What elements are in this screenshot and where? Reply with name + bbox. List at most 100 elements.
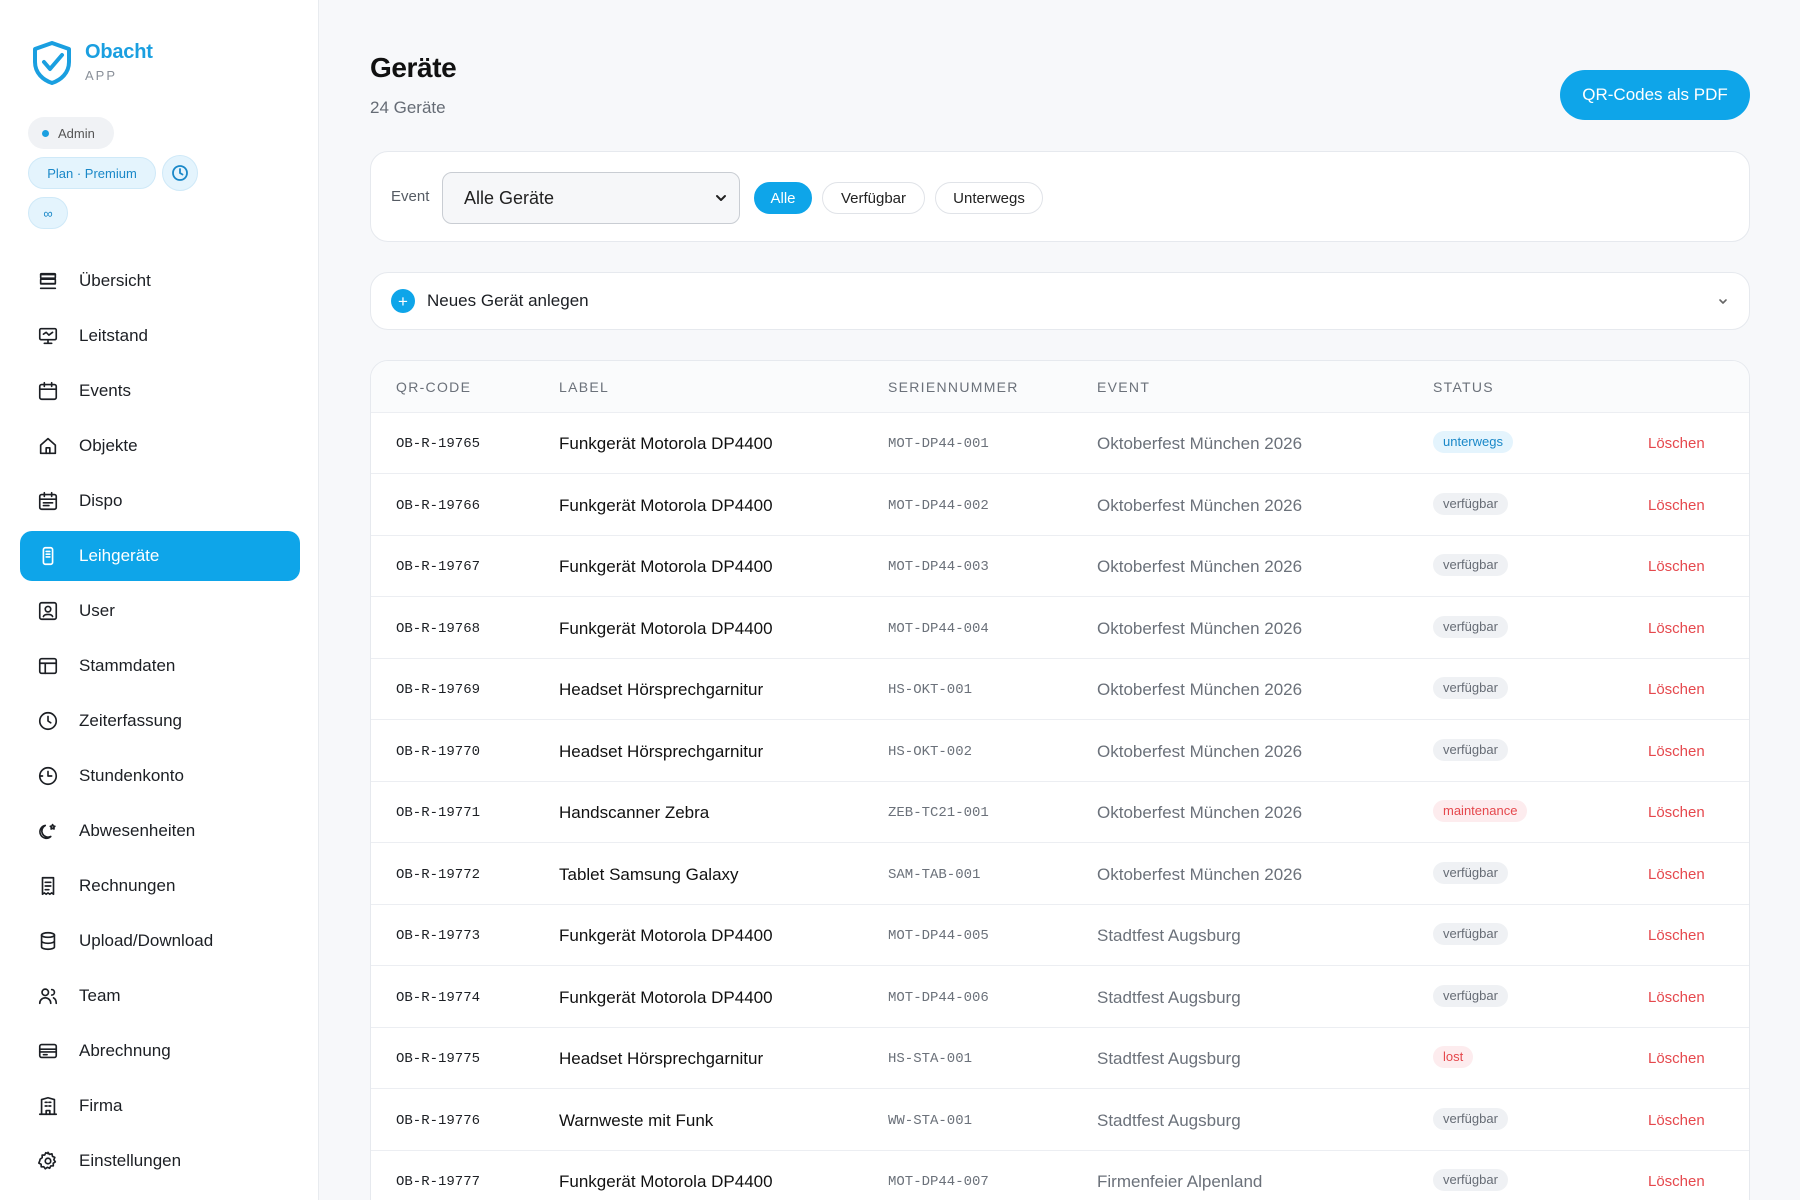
clock-icon xyxy=(36,709,60,733)
label-cell: Funkgerät Motorola DP4400 xyxy=(559,926,773,945)
sidebar-item-abrechnung[interactable]: Abrechnung xyxy=(20,1026,300,1076)
delete-link[interactable]: Löschen xyxy=(1648,435,1705,452)
event-cell: Firmenfeier Alpenland xyxy=(1097,1172,1263,1191)
status-badge: verfügbar xyxy=(1433,861,1508,884)
table-row[interactable]: OB-R-19768 Funkgerät Motorola DP4400 MOT… xyxy=(371,598,1749,659)
sidebar-item-dispo[interactable]: Dispo xyxy=(20,476,300,526)
sidebar-item-stundenkonto[interactable]: Stundenkonto xyxy=(20,751,300,801)
sidebar-item-übersicht[interactable]: Übersicht xyxy=(20,256,300,306)
brand[interactable]: Obacht APP xyxy=(31,40,153,86)
qr-code-cell: OB-R-19774 xyxy=(396,989,481,1006)
qr-code-cell: OB-R-19769 xyxy=(396,682,481,698)
filter-chip-alle[interactable]: Alle xyxy=(754,182,812,214)
brand-sub: APP xyxy=(85,68,118,83)
qr-codes-pdf-button[interactable]: QR-Codes als PDF xyxy=(1560,70,1750,120)
delete-link[interactable]: Löschen xyxy=(1648,1173,1705,1190)
clock-button[interactable] xyxy=(162,155,198,191)
sidebar-item-stammdaten[interactable]: Stammdaten xyxy=(20,641,300,691)
database-icon xyxy=(36,929,60,953)
sidebar-item-objekte[interactable]: Objekte xyxy=(20,421,300,471)
qr-code-cell: OB-R-19772 xyxy=(396,866,481,883)
sidebar-item-label: Upload/Download xyxy=(79,931,214,950)
serial-cell: HS-STA-001 xyxy=(888,1051,973,1067)
layers-icon xyxy=(36,269,60,293)
event-select[interactable]: Alle Geräte xyxy=(442,172,740,224)
status-cell: verfügbar xyxy=(1433,615,1508,638)
delete-link[interactable]: Löschen xyxy=(1648,743,1705,760)
qr-code-cell: OB-R-19771 xyxy=(396,805,481,821)
delete-link[interactable]: Löschen xyxy=(1648,497,1705,514)
sidebar-item-leitstand[interactable]: Leitstand xyxy=(20,311,300,361)
table-layout-icon xyxy=(36,654,60,678)
sidebar-item-abwesenheiten[interactable]: Abwesenheiten xyxy=(20,806,300,856)
table-row[interactable]: OB-R-19766 Funkgerät Motorola DP4400 MOT… xyxy=(371,475,1749,536)
status-badge: verfügbar xyxy=(1433,923,1508,945)
label-cell: Headset Hörsprechgarnitur xyxy=(559,1049,764,1068)
sidebar-item-team[interactable]: Team xyxy=(20,971,300,1021)
delete-link[interactable]: Löschen xyxy=(1648,989,1705,1006)
sidebar-item-einstellungen[interactable]: Einstellungen xyxy=(20,1136,300,1186)
table-row[interactable]: OB-R-19767 Funkgerät Motorola DP4400 MOT… xyxy=(371,536,1749,597)
calendar-list-icon xyxy=(36,489,60,513)
label-cell: Headset Hörsprechgarnitur xyxy=(559,741,764,761)
chevron-down-icon xyxy=(1719,299,1727,304)
label-cell: Warnweste mit Funk xyxy=(559,1110,714,1130)
delete-link[interactable]: Löschen xyxy=(1648,927,1705,944)
table-row[interactable]: OB-R-19777 Funkgerät Motorola DP4400 MOT… xyxy=(371,1151,1749,1200)
sidebar-item-upload-download[interactable]: Upload/Download xyxy=(20,916,300,966)
table-row[interactable]: OB-R-19771 Handscanner Zebra ZEB-TC21-00… xyxy=(371,782,1749,843)
table-row[interactable]: OB-R-19776 Warnweste mit Funk WW-STA-001… xyxy=(371,1090,1749,1151)
status-badge: maintenance xyxy=(1433,800,1528,822)
status-badge: verfügbar xyxy=(1433,677,1508,699)
column-header-status[interactable]: STATUS xyxy=(1433,379,1494,395)
user-badge-icon xyxy=(36,599,60,623)
delete-link[interactable]: Löschen xyxy=(1648,1050,1705,1067)
table-row[interactable]: OB-R-19774 Funkgerät Motorola DP4400 MOT… xyxy=(371,967,1749,1028)
device-icon xyxy=(36,544,60,568)
table-row[interactable]: OB-R-19765 Funkgerät Motorola DP4400 MOT… xyxy=(371,413,1749,474)
delete-link[interactable]: Löschen xyxy=(1648,804,1705,821)
sidebar-item-user[interactable]: User xyxy=(20,586,300,636)
sidebar: Obacht APP Admin Plan · Premium ∞ Übersi… xyxy=(0,0,319,1200)
column-header-qr-code[interactable]: QR-CODE xyxy=(396,379,471,395)
delete-link[interactable]: Löschen xyxy=(1648,681,1705,698)
filter-chip-verfuegbar[interactable]: Verfügbar xyxy=(822,182,925,214)
table-row[interactable]: OB-R-19770 Headset Hörsprechgarnitur HS-… xyxy=(371,721,1749,782)
table-row[interactable]: OB-R-19773 Funkgerät Motorola DP4400 MOT… xyxy=(371,905,1749,966)
serial-cell: MOT-DP44-005 xyxy=(888,928,989,944)
event-cell: Stadtfest Augsburg xyxy=(1097,1049,1241,1068)
column-header-serial[interactable]: SERIENNUMMER xyxy=(888,379,1019,395)
column-header-label[interactable]: LABEL xyxy=(559,379,609,395)
qr-code-cell: OB-R-19776 xyxy=(396,1112,481,1129)
sidebar-item-events[interactable]: Events xyxy=(20,366,300,416)
building-icon xyxy=(36,1094,60,1118)
sidebar-item-leihgeräte[interactable]: Leihgeräte xyxy=(20,531,300,581)
delete-link[interactable]: Löschen xyxy=(1648,1112,1705,1129)
label-cell: Funkgerät Motorola DP4400 xyxy=(559,495,773,515)
new-device-label: Neues Gerät anlegen xyxy=(427,291,589,310)
sidebar-item-label: Rechnungen xyxy=(79,876,176,895)
calendar-icon xyxy=(36,379,60,403)
table-row[interactable]: OB-R-19769 Headset Hörsprechgarnitur HS-… xyxy=(371,659,1749,720)
sidebar-item-label: Objekte xyxy=(79,436,138,455)
sidebar-item-firma[interactable]: Firma xyxy=(20,1081,300,1131)
event-cell: Oktoberfest München 2026 xyxy=(1097,434,1303,453)
sidebar-item-rechnungen[interactable]: Rechnungen xyxy=(20,861,300,911)
table-row[interactable]: OB-R-19775 Headset Hörsprechgarnitur HS-… xyxy=(371,1028,1749,1089)
serial-cell: WW-STA-001 xyxy=(888,1112,973,1129)
status-badge: verfügbar xyxy=(1433,554,1508,576)
sidebar-item-zeiterfassung[interactable]: Zeiterfassung xyxy=(20,696,300,746)
label-cell: Tablet Samsung Galaxy xyxy=(559,864,739,884)
sidebar-item-label: Team xyxy=(79,986,121,1005)
status-badge: verfügbar xyxy=(1433,984,1508,1007)
filter-chip-unterwegs[interactable]: Unterwegs xyxy=(935,182,1043,214)
status-cell: maintenance xyxy=(1433,800,1528,822)
serial-cell: MOT-DP44-003 xyxy=(888,559,989,575)
new-device-toggle[interactable]: + Neues Gerät anlegen xyxy=(370,272,1750,330)
delete-link[interactable]: Löschen xyxy=(1648,620,1705,637)
column-header-event[interactable]: EVENT xyxy=(1097,379,1150,395)
status-cell: verfügbar xyxy=(1433,738,1508,761)
table-row[interactable]: OB-R-19772 Tablet Samsung Galaxy SAM-TAB… xyxy=(371,844,1749,905)
delete-link[interactable]: Löschen xyxy=(1648,866,1705,883)
delete-link[interactable]: Löschen xyxy=(1648,558,1705,575)
